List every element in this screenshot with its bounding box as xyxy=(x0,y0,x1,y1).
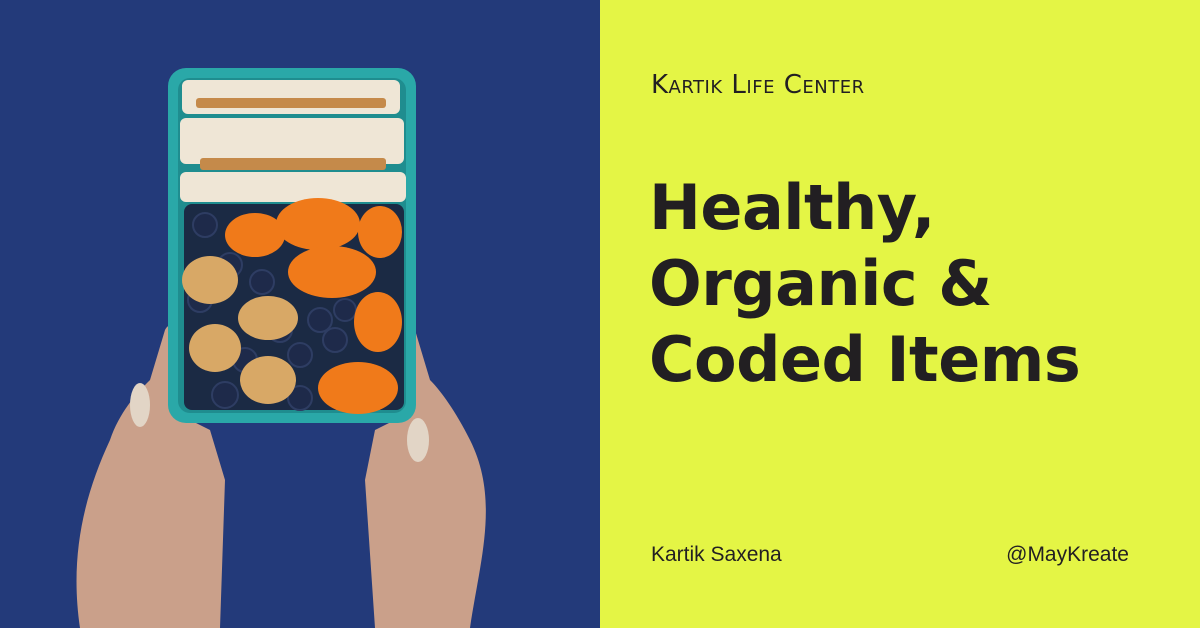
brand-name: Kartik Life Center xyxy=(651,70,865,100)
author-name: Kartik Saxena xyxy=(651,543,782,566)
text-panel: Kartik Life Center Healthy, Organic & Co… xyxy=(600,0,1200,628)
headline: Healthy, Organic & Coded Items xyxy=(649,170,1169,398)
headline-line-3: Coded Items xyxy=(649,323,1081,396)
food-photo xyxy=(0,0,600,628)
headline-line-1: Healthy, xyxy=(649,171,935,244)
social-card: Kartik Life Center Healthy, Organic & Co… xyxy=(0,0,1200,628)
headline-line-2: Organic & xyxy=(649,247,992,320)
social-handle[interactable]: @MayKreate xyxy=(1006,543,1129,567)
lunchbox-illustration xyxy=(0,0,600,628)
